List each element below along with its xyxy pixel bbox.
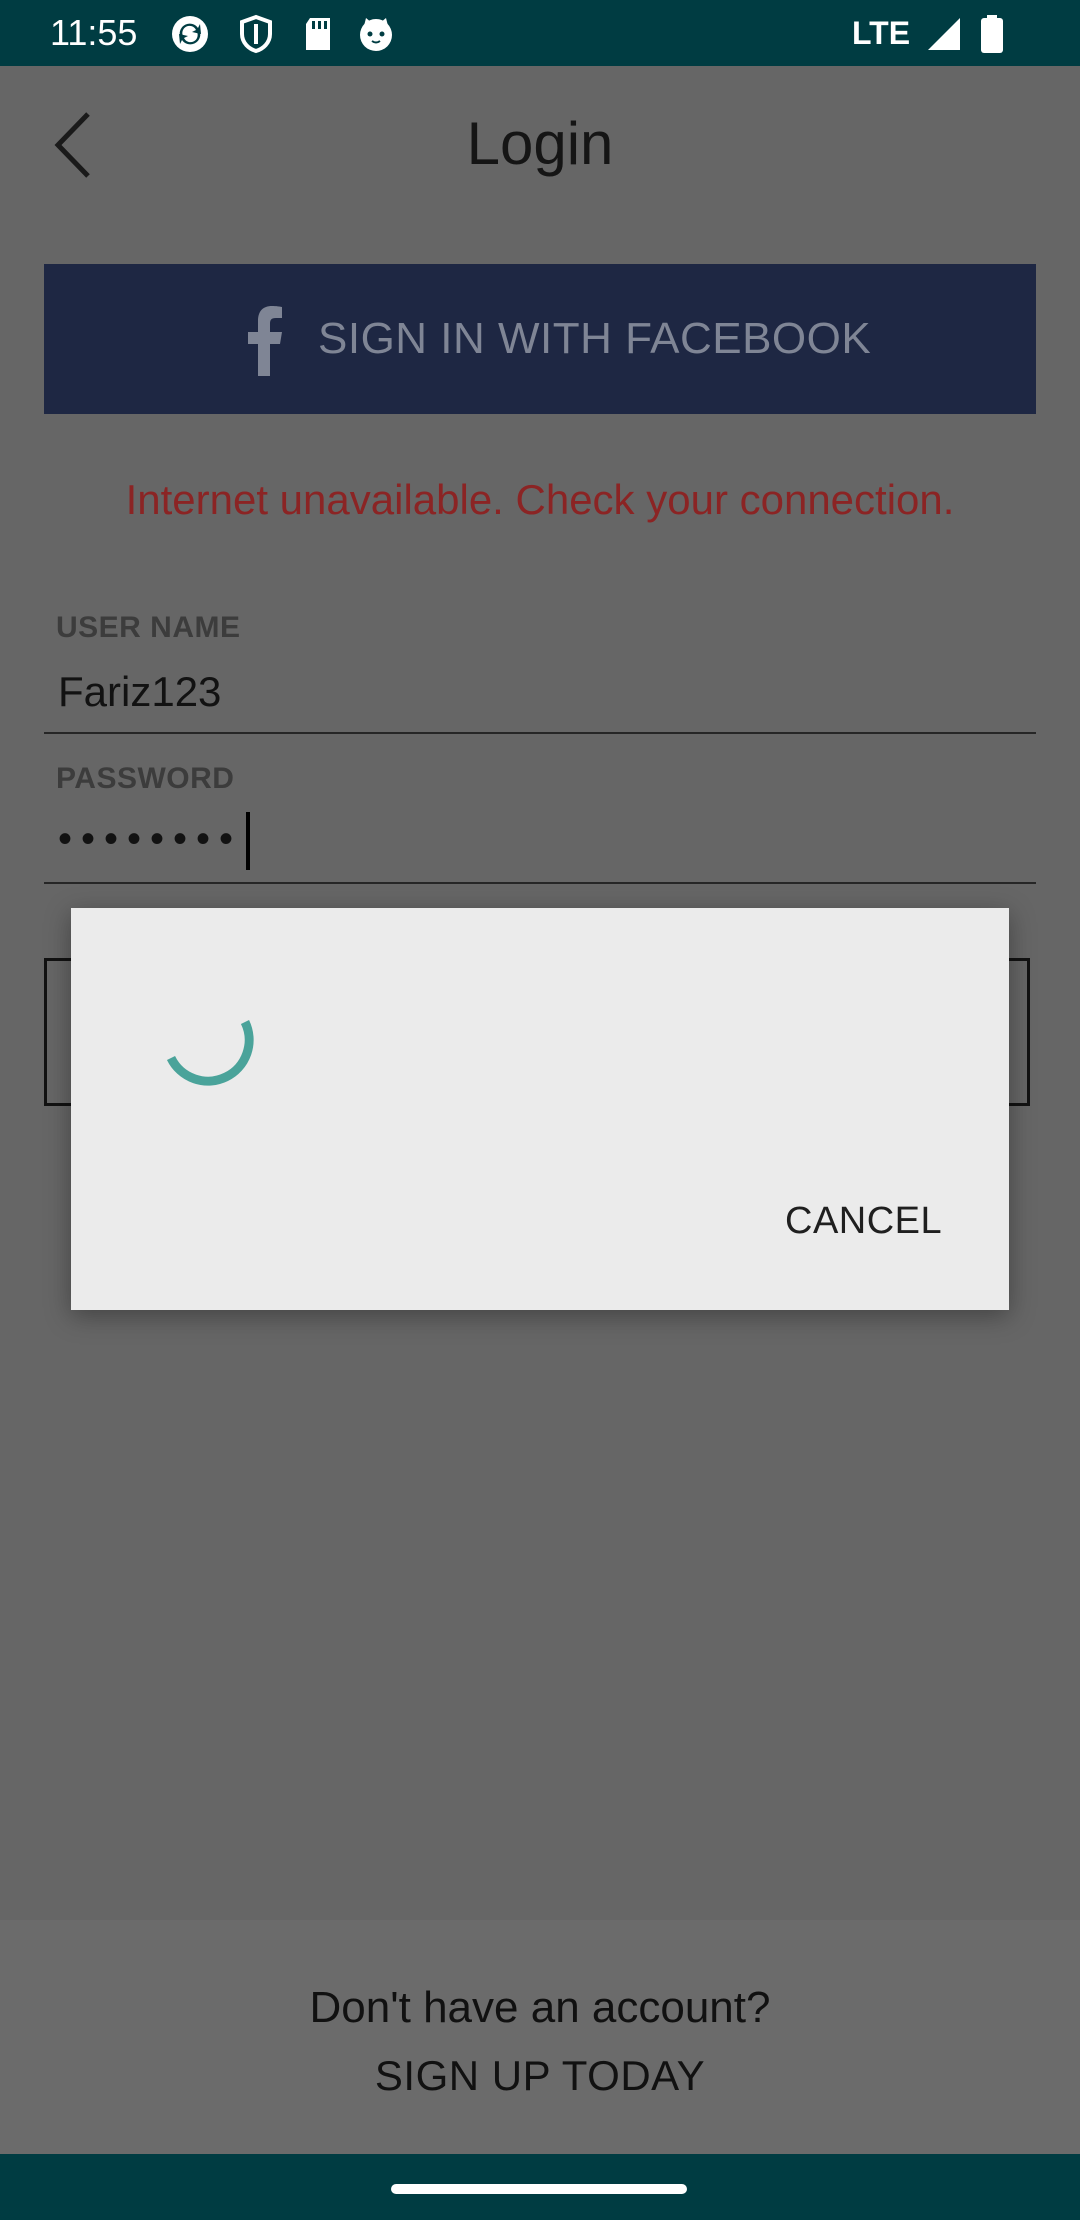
username-field[interactable]: Fariz123: [58, 664, 221, 720]
cat-icon: [360, 18, 392, 51]
text-cursor: [246, 811, 251, 870]
password-underline: [44, 882, 1036, 884]
status-time: 11:55: [50, 12, 138, 53]
shield-icon: [240, 14, 272, 54]
facebook-icon: [248, 306, 282, 376]
sync-icon: [172, 16, 208, 52]
username-underline: [44, 732, 1036, 734]
username-label: USER NAME: [56, 611, 241, 644]
cancel-button[interactable]: CANCEL: [785, 1196, 942, 1246]
facebook-signin-button[interactable]: SIGN IN WITH FACEBOOK: [44, 264, 1036, 414]
battery-icon: [981, 15, 1003, 53]
page-title: Login: [466, 110, 614, 177]
sd-card-icon: [306, 18, 330, 50]
facebook-signin-label: SIGN IN WITH FACEBOOK: [318, 314, 872, 363]
network-type: LTE: [852, 15, 911, 51]
password-value: ••••••••: [58, 817, 243, 861]
signup-prompt: Don't have an account?: [309, 1983, 771, 2032]
error-message: Internet unavailable. Check your connect…: [125, 476, 955, 523]
status-bar: 11:55 LTE: [0, 0, 1080, 66]
progress-dialog: CANCEL: [71, 908, 1009, 1310]
navigation-bar: [0, 2154, 1080, 2220]
home-indicator[interactable]: [391, 2184, 687, 2194]
password-label: PASSWORD: [56, 762, 235, 795]
password-field[interactable]: ••••••••: [58, 810, 251, 870]
signup-button[interactable]: SIGN UP TODAY: [0, 2048, 1080, 2104]
signal-icon: [928, 18, 960, 50]
loading-spinner-icon: [166, 1020, 254, 1086]
signup-footer: Don't have an account? SIGN UP TODAY: [0, 1920, 1080, 2154]
